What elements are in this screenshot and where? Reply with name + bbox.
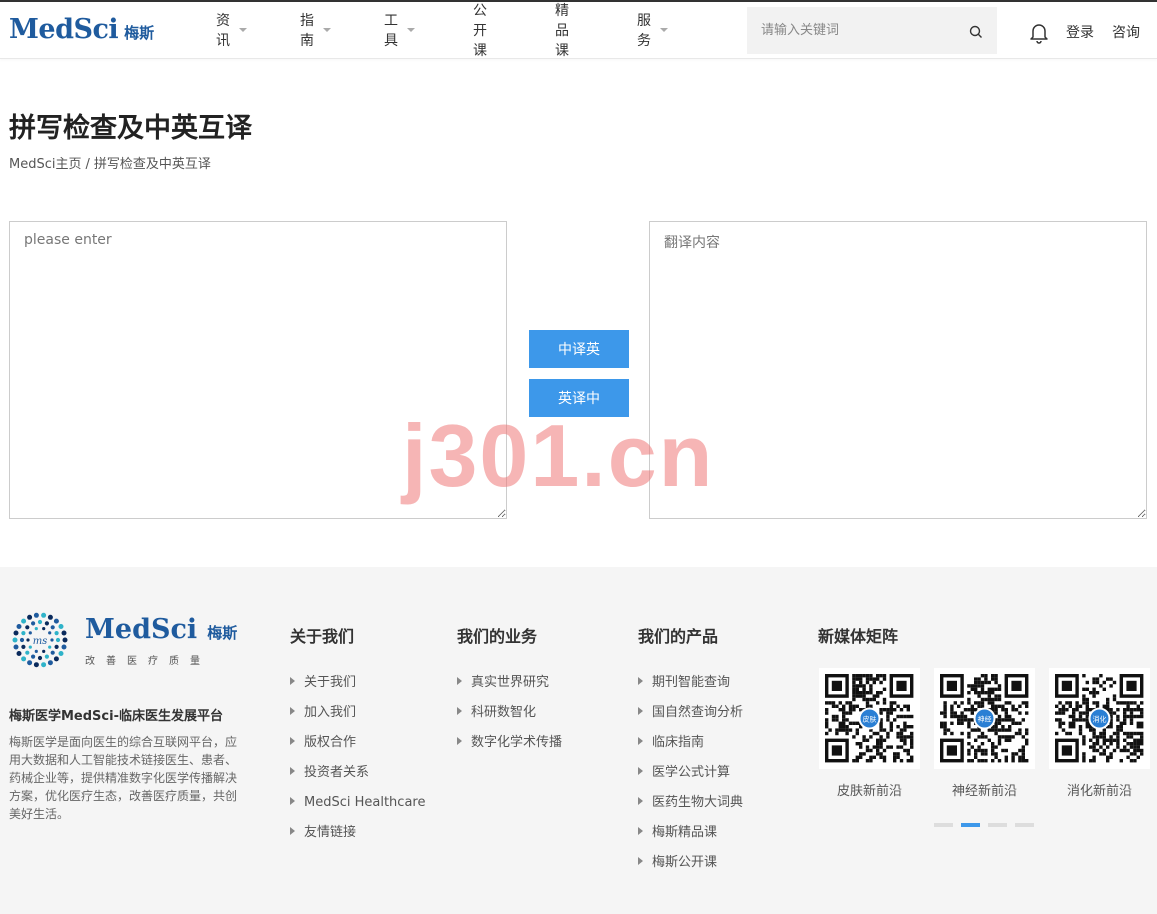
source-text-input[interactable] bbox=[9, 221, 507, 519]
search-input[interactable] bbox=[759, 22, 963, 39]
qr-label: 皮肤新前沿 bbox=[836, 784, 902, 799]
caret-down-icon bbox=[239, 28, 247, 32]
search-icon[interactable] bbox=[969, 24, 983, 43]
footer-link[interactable]: 版权合作 bbox=[290, 735, 425, 765]
footer-col-title: 新媒体矩阵 bbox=[818, 627, 899, 646]
footer-link[interactable]: 科研数智化 bbox=[457, 705, 562, 735]
nav-label: 指南 bbox=[300, 13, 314, 49]
nav-label: 服务 bbox=[637, 13, 651, 49]
medsci-dots-logo-icon: ms bbox=[9, 610, 75, 676]
nav-item-news[interactable]: 资讯 bbox=[216, 10, 247, 50]
svg-text:消化: 消化 bbox=[1093, 715, 1107, 724]
carousel-dot-active[interactable] bbox=[961, 823, 980, 827]
site-footer: ms MedSci 梅斯 改善医疗质量 梅斯医学MedSci-临床医生发展平台 … bbox=[0, 567, 1157, 914]
nav-item-guides[interactable]: 指南 bbox=[300, 10, 331, 50]
nav-label: 工具 bbox=[384, 13, 398, 49]
footer-link[interactable]: 友情链接 bbox=[290, 825, 425, 855]
footer-logo-slogan: 改善医疗质量 bbox=[85, 656, 211, 667]
logo-text-en: MedSci bbox=[9, 14, 119, 45]
caret-down-icon bbox=[407, 28, 415, 32]
footer-col-media: 新媒体矩阵 bbox=[818, 623, 898, 647]
footer-link[interactable]: 关于我们 bbox=[290, 675, 425, 705]
site-header: MedSci 梅斯 资讯 指南 工具 公开课 精品课 服务 登录 咨询 bbox=[0, 2, 1157, 59]
footer-link[interactable]: MedSci Healthcare bbox=[290, 795, 425, 825]
en-to-zh-button[interactable]: 英译中 bbox=[529, 379, 629, 417]
svg-text:ms: ms bbox=[33, 636, 48, 647]
qr-label: 神经新前沿 bbox=[951, 784, 1017, 799]
qr-code-skin: 皮肤 bbox=[819, 668, 920, 769]
footer-col-title: 关于我们 bbox=[290, 627, 355, 646]
search-box bbox=[747, 7, 997, 54]
footer-link[interactable]: 梅斯精品课 bbox=[638, 825, 743, 855]
nav-label: 公开课 bbox=[473, 3, 487, 59]
svg-text:皮肤: 皮肤 bbox=[863, 715, 877, 724]
nav-item-premium-courses[interactable]: 精品课 bbox=[555, 0, 569, 60]
footer-description: 梅斯医学是面向医生的综合互联网平台，应用大数据和人工智能技术链接医生、患者、药械… bbox=[9, 735, 238, 821]
zh-to-en-button[interactable]: 中译英 bbox=[529, 330, 629, 368]
login-link[interactable]: 登录 bbox=[1066, 22, 1094, 42]
carousel-dot[interactable] bbox=[934, 823, 953, 827]
footer-col-title: 我们的业务 bbox=[457, 627, 538, 646]
nav-label: 精品课 bbox=[555, 3, 569, 59]
footer-link[interactable]: 医药生物大词典 bbox=[638, 795, 743, 825]
footer-link[interactable]: 国自然查询分析 bbox=[638, 705, 743, 735]
footer-link[interactable]: 投资者关系 bbox=[290, 765, 425, 795]
footer-link[interactable]: 数字化学术传播 bbox=[457, 735, 562, 765]
site-logo[interactable]: MedSci 梅斯 bbox=[9, 14, 154, 45]
footer-link[interactable]: 医学公式计算 bbox=[638, 765, 743, 795]
translation-output[interactable] bbox=[649, 221, 1147, 519]
breadcrumb: MedSci主页 / 拼写检查及中英互译 bbox=[9, 153, 211, 172]
qr-code-neuro: 神经 bbox=[934, 668, 1035, 769]
footer-link[interactable]: 加入我们 bbox=[290, 705, 425, 735]
footer-link[interactable]: 梅斯公开课 bbox=[638, 855, 743, 885]
nav-label: 资讯 bbox=[216, 13, 230, 49]
qr-code-digestive: 消化 bbox=[1049, 668, 1150, 769]
footer-logo-text: MedSci 梅斯 bbox=[85, 614, 237, 645]
carousel-dot[interactable] bbox=[1015, 823, 1034, 827]
footer-link[interactable]: 真实世界研究 bbox=[457, 675, 562, 705]
bell-icon[interactable] bbox=[1029, 22, 1049, 48]
footer-logo-en: MedSci bbox=[85, 614, 198, 645]
nav-item-tools[interactable]: 工具 bbox=[384, 10, 415, 50]
logo-text-cn: 梅斯 bbox=[124, 24, 155, 42]
page-title: 拼写检查及中英互译 bbox=[9, 113, 252, 144]
breadcrumb-current: 拼写检查及中英互译 bbox=[93, 157, 211, 172]
footer-col-about: 关于我们 关于我们 加入我们 版权合作 投资者关系 MedSci Healthc… bbox=[290, 623, 425, 840]
caret-down-icon bbox=[323, 28, 331, 32]
qr-label: 消化新前沿 bbox=[1066, 784, 1132, 799]
nav-item-services[interactable]: 服务 bbox=[637, 10, 668, 50]
footer-col-products: 我们的产品 期刊智能查询 国自然查询分析 临床指南 医学公式计算 医药生物大词典… bbox=[638, 623, 743, 870]
footer-col-business: 我们的业务 真实世界研究 科研数智化 数字化学术传播 bbox=[457, 623, 562, 750]
nav-item-open-courses[interactable]: 公开课 bbox=[473, 0, 487, 60]
svg-text:神经: 神经 bbox=[978, 715, 992, 724]
footer-link[interactable]: 期刊智能查询 bbox=[638, 675, 743, 705]
footer-tagline: 梅斯医学MedSci-临床医生发展平台 bbox=[9, 709, 223, 724]
breadcrumb-home-link[interactable]: MedSci主页 bbox=[9, 157, 81, 172]
footer-col-title: 我们的产品 bbox=[638, 627, 719, 646]
breadcrumb-separator: / bbox=[85, 157, 90, 172]
footer-link[interactable]: 临床指南 bbox=[638, 735, 743, 765]
footer-logo-cn: 梅斯 bbox=[207, 624, 238, 642]
carousel-dot[interactable] bbox=[988, 823, 1007, 827]
consult-link[interactable]: 咨询 bbox=[1112, 22, 1140, 42]
caret-down-icon bbox=[660, 28, 668, 32]
